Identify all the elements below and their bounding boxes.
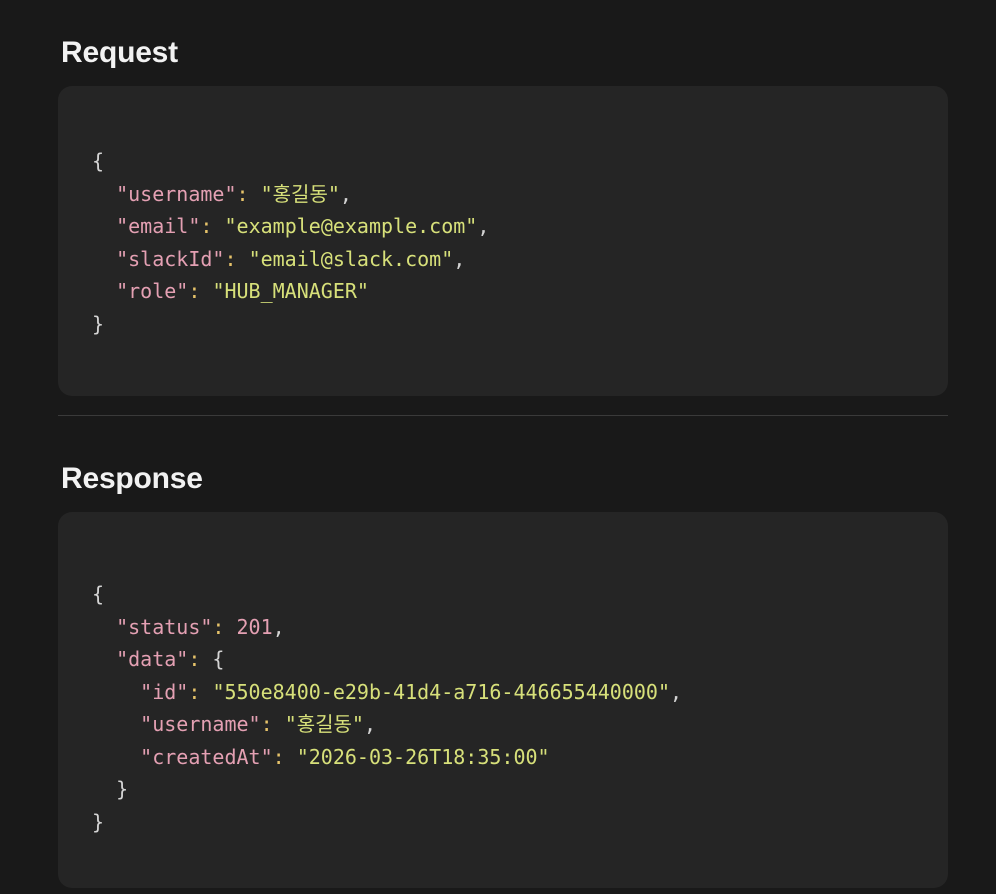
code-token: {	[200, 647, 225, 671]
section-divider	[58, 415, 948, 416]
code-token: "createdAt"	[140, 744, 273, 769]
code-line: }	[92, 806, 682, 839]
code-line: "slackId": "email@slack.com",	[92, 243, 489, 276]
code-token: "example@example.com"	[224, 214, 478, 238]
response-code-block[interactable]: { "status": 201, "data": { "id": "550e84…	[58, 512, 948, 888]
code-token: }	[92, 311, 105, 336]
code-token: }	[92, 777, 129, 801]
response-code: { "status": 201, "data": { "id": "550e84…	[92, 578, 682, 838]
code-token: :	[260, 712, 273, 736]
code-line: {	[92, 578, 682, 611]
code-token: :	[272, 744, 285, 769]
code-token: "홍길동"	[260, 181, 340, 206]
code-line: "data": {	[92, 643, 682, 676]
code-line: "email": "example@example.com",	[92, 210, 489, 243]
code-token: ,	[670, 679, 683, 704]
code-line: "username": "홍길동",	[92, 708, 682, 741]
code-line: }	[92, 773, 682, 806]
code-token: "email@slack.com"	[248, 246, 454, 271]
code-token: "username"	[116, 181, 237, 206]
code-token: {	[92, 582, 105, 606]
code-token: :	[188, 679, 201, 704]
code-token: ,	[363, 712, 377, 736]
code-token: "550e8400-e29b-41d4-a716-446655440000"	[212, 679, 670, 704]
response-heading: Response	[61, 462, 203, 495]
code-token: :	[212, 614, 225, 639]
code-token: "2026-03-26T18:35:00"	[296, 744, 550, 769]
code-token: "data"	[116, 647, 189, 671]
code-token: {	[92, 149, 105, 173]
request-code-block[interactable]: { "username": "홍길동", "email": "example@e…	[58, 86, 948, 396]
code-token: :	[188, 279, 201, 303]
code-token: "username"	[140, 712, 261, 736]
code-line: {	[92, 145, 489, 178]
code-token: ,	[339, 181, 352, 206]
code-token: }	[92, 809, 105, 834]
code-line: "id": "550e8400-e29b-41d4-a716-446655440…	[92, 676, 682, 709]
code-line: "role": "HUB_MANAGER"	[92, 275, 489, 308]
code-token: ,	[453, 246, 466, 271]
code-token: 201	[236, 614, 273, 639]
code-token: ,	[272, 614, 285, 639]
code-token: "slackId"	[116, 246, 225, 271]
api-doc-page: Request { "username": "홍길동", "email": "e…	[0, 0, 996, 894]
code-token: :	[200, 214, 213, 238]
code-token: "email"	[116, 214, 201, 238]
code-line: "status": 201,	[92, 611, 682, 644]
code-token: "status"	[116, 614, 213, 639]
code-token: "홍길동"	[284, 712, 364, 736]
request-code: { "username": "홍길동", "email": "example@e…	[92, 145, 489, 340]
code-token: "role"	[116, 279, 189, 303]
code-token: :	[236, 181, 249, 206]
code-token: "HUB_MANAGER"	[212, 279, 369, 303]
code-line: }	[92, 308, 489, 341]
code-token: ,	[477, 214, 490, 238]
code-line: "username": "홍길동",	[92, 178, 489, 211]
code-line: "createdAt": "2026-03-26T18:35:00"	[92, 741, 682, 774]
request-heading: Request	[61, 36, 178, 69]
code-token: "id"	[140, 679, 189, 704]
code-token: :	[188, 647, 201, 671]
code-token: :	[224, 246, 237, 271]
